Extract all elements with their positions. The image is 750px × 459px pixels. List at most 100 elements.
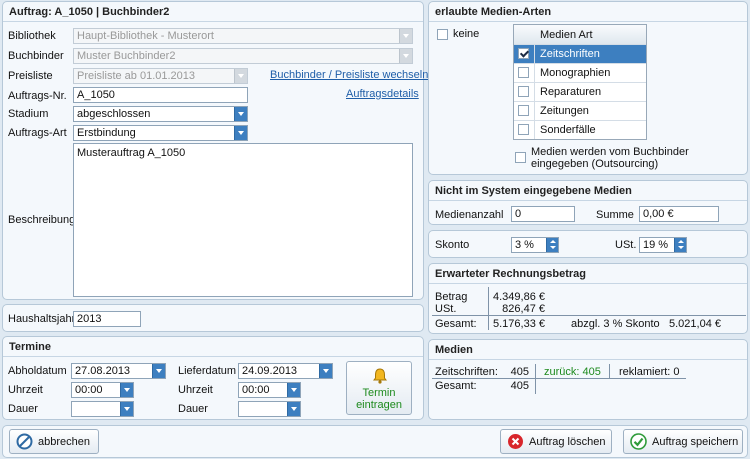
auftrag-loeschen-button[interactable]: Auftrag löschen [500,429,612,454]
nicht-im-system-title: Nicht im System eingegebene Medien [435,185,632,197]
table-row[interactable]: Sonderfälle [514,120,646,139]
abbrechen-button[interactable]: abbrechen [9,429,99,454]
dauer-liefer-select[interactable] [238,401,301,417]
chevron-down-icon [399,49,412,63]
uhrzeit-abhol-value: 00:00 [75,384,103,396]
spinner-arrows-icon[interactable] [674,238,686,252]
reparaturen-checkbox[interactable] [518,86,529,97]
rechnung-panel: Erwarteter Rechnungsbetrag Betrag 4.349,… [428,263,748,334]
auftrag-speichern-button[interactable]: Auftrag speichern [623,429,743,454]
stadium-value: abgeschlossen [77,108,151,120]
table-row[interactable]: Zeitschriften [514,44,646,63]
bibliothek-select[interactable]: Haupt-Bibliothek - Musterort [73,28,413,44]
summe-input[interactable]: 0,00 € [639,206,719,222]
chevron-down-icon [399,29,412,43]
medien-panel: Medien Zeitschriften: 405 zurück: 405 re… [428,339,748,420]
auftragsdetails-link[interactable]: Auftragsdetails [346,88,419,100]
outsourcing-label-line2: eingegeben (Outsourcing) [531,158,659,170]
haushaltsjahr-label: Haushaltsjahr [8,313,76,325]
medien-art-label: Sonderfälle [540,124,596,136]
chevron-down-icon [152,364,165,378]
beschreibung-label: Beschreibung [8,214,76,226]
auftrag-title: Auftrag: A_1050 | Buchbinder2 [9,6,170,18]
lieferdatum-select[interactable]: 24.09.2013 [238,363,333,379]
skonto-stepper[interactable]: 3 % [511,237,559,253]
chevron-down-icon [234,69,247,83]
buchbinder-preisliste-wechseln-link[interactable]: Buchbinder / Preisliste wechseln [270,69,428,81]
uhrzeit-liefer-label: Uhrzeit [178,384,213,396]
checkmark-icon [630,433,647,450]
dauer-abhol-select[interactable] [71,401,134,417]
rechnung-ust-label: USt. [435,303,457,315]
abholdatum-select[interactable]: 27.08.2013 [71,363,166,379]
auftrag-loeschen-label: Auftrag löschen [529,436,606,448]
termin-eintragen-line2: eintragen [356,399,402,411]
abzgl-skonto-value: 5.021,04 € [669,318,721,330]
auftragsnr-label: Auftrags-Nr. [8,90,67,102]
buchbinder-select[interactable]: Muster Buchbinder2 [73,48,413,64]
medien-vline-2 [609,364,610,378]
keine-label: keine [453,28,480,40]
haushaltsjahr-input[interactable]: 2013 [73,311,141,327]
uhrzeit-abhol-label: Uhrzeit [8,384,43,396]
zeitungen-checkbox[interactable] [518,105,529,116]
medien-vline-1 [535,364,536,394]
medienarten-panel: erlaubte Medien-Arten keine Medien Art Z… [428,1,748,175]
rechnung-vline [488,287,489,330]
uhrzeit-liefer-select[interactable]: 00:00 [238,382,301,398]
auftragsnr-input[interactable]: A_1050 [73,87,248,103]
chevron-down-icon [120,383,133,397]
outsourcing-checkbox[interactable] [515,152,526,163]
gesamt-value: 5.176,33 € [493,318,545,330]
bell-icon [373,368,387,384]
chevron-down-icon [319,364,332,378]
monographien-checkbox[interactable] [518,67,529,78]
nicht-im-system-panel: Nicht im System eingegebene Medien Medie… [428,180,748,225]
medienanzahl-label: Medienanzahl [435,209,504,221]
divider [429,21,747,22]
skonto-value: 3 % [515,239,534,251]
haushalt-panel: Haushaltsjahr 2013 [2,304,424,332]
termin-eintragen-line1: Termin [362,387,396,399]
medien-art-label: Zeitschriften [540,48,600,60]
termin-eintragen-button[interactable]: Termin eintragen [346,361,412,415]
auftrag-panel: Auftrag: A_1050 | Buchbinder2 Bibliothek… [2,1,428,300]
keine-checkbox[interactable] [437,29,448,40]
stadium-select[interactable]: abgeschlossen [73,106,248,122]
medienarten-title: erlaubte Medien-Arten [435,6,552,18]
spinner-arrows-icon[interactable] [546,238,558,252]
table-row[interactable]: Monographien [514,63,646,82]
medien-title: Medien [435,344,473,356]
zeitschriften-checkbox[interactable] [518,48,529,59]
medien-hline [432,378,686,379]
chevron-down-icon [120,402,133,416]
auftrags-art-select[interactable]: Erstbindung [73,125,248,141]
medien-gesamt-value: 405 [510,380,529,392]
skonto-panel: Skonto 3 % USt. 19 % [428,230,748,258]
divider [3,356,423,357]
zeitschriften-count-label: Zeitschriften: [435,366,498,378]
uhrzeit-abhol-select[interactable]: 00:00 [71,382,134,398]
lieferdatum-value: 24.09.2013 [242,365,298,377]
beschreibung-textarea[interactable]: Musterauftrag A_1050 [73,143,413,297]
medienanzahl-input[interactable]: 0 [511,206,575,222]
sonderfaelle-checkbox[interactable] [518,124,529,135]
chevron-down-icon [234,107,247,121]
auftrags-art-value: Erstbindung [77,127,136,139]
ust-stepper[interactable]: 19 % [639,237,687,253]
table-row[interactable]: Zeitungen [514,101,646,120]
abholdatum-value: 27.08.2013 [75,365,131,377]
stadium-label: Stadium [8,108,49,120]
cancel-icon [16,433,33,450]
gesamt-label: Gesamt: [435,318,477,330]
zurueck-count: zurück: 405 [544,366,601,378]
table-row[interactable]: Reparaturen [514,82,646,101]
dauer-liefer-label: Dauer [178,403,208,415]
divider [3,21,423,22]
termine-panel: Termine Abholdatum 27.08.2013 Uhrzeit 00… [2,336,424,420]
termine-title: Termine [9,341,51,353]
preisliste-select[interactable]: Preisliste ab 01.01.2013 [73,68,248,84]
buchbinder-value: Muster Buchbinder2 [77,50,176,62]
summe-label: Summe [596,209,634,221]
delete-icon [508,434,523,449]
